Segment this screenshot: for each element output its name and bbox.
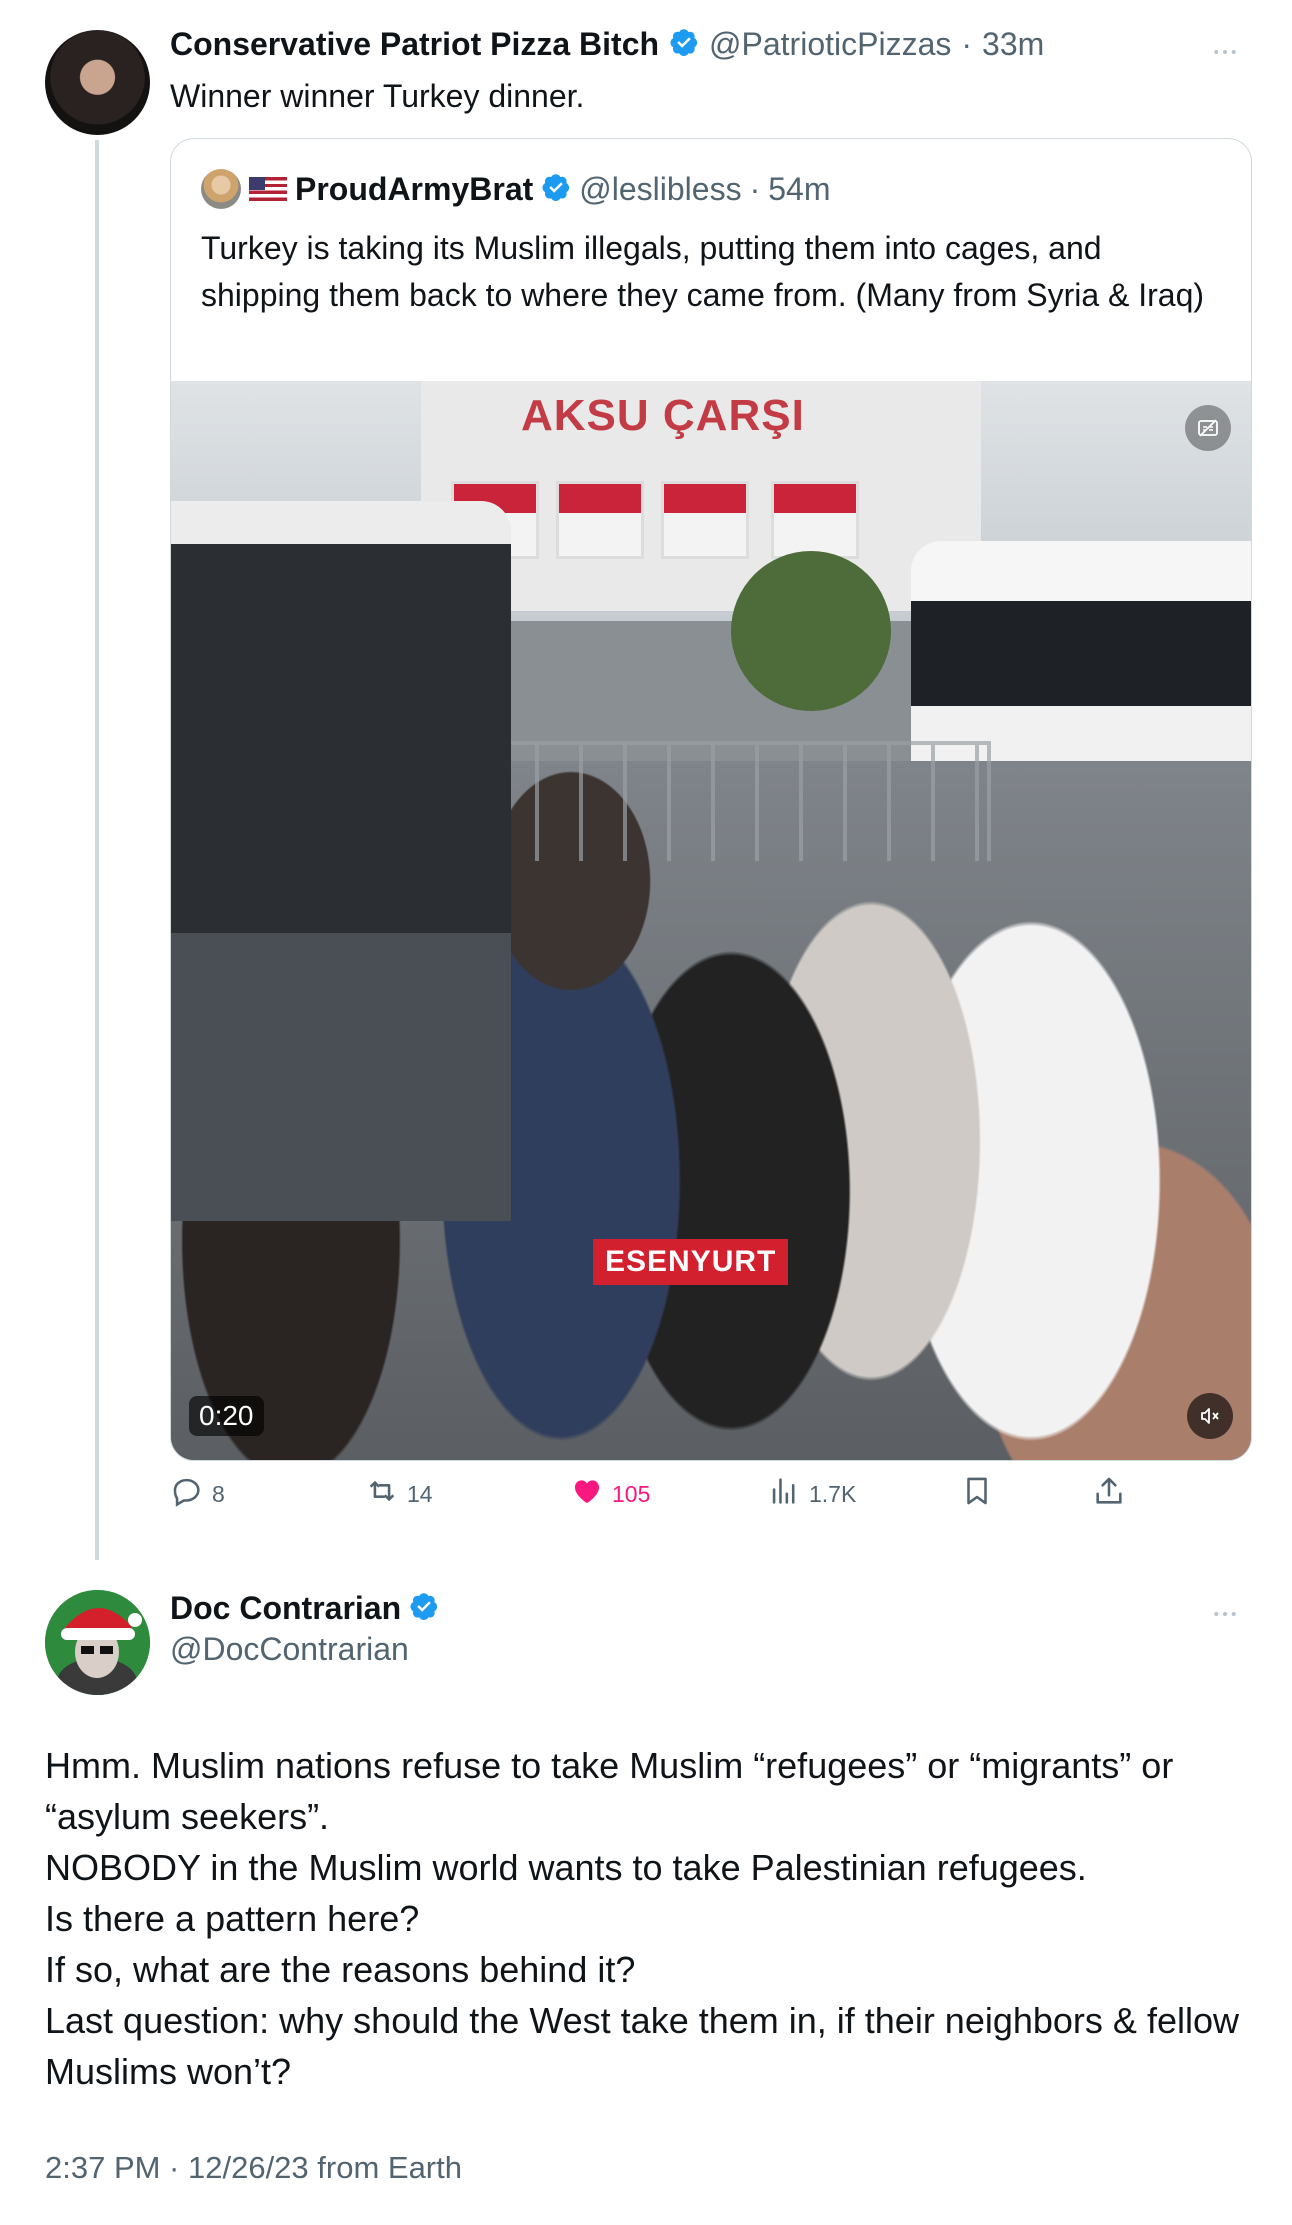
view-count: 1.7K	[809, 1480, 857, 1507]
dot-separator: ·	[749, 170, 761, 207]
reply-line: If so, what are the reasons behind it?	[45, 1949, 636, 1990]
reply-line: Is there a pattern here?	[45, 1898, 420, 1939]
reply-button[interactable]: 8	[170, 1474, 225, 1514]
retweet-icon	[365, 1474, 399, 1514]
thread-connector-line	[95, 140, 99, 1560]
views-icon	[767, 1474, 801, 1514]
reply-header: Doc Contrarian @DocContrarian	[170, 1590, 439, 1668]
reply-line: NOBODY in the Muslim world wants to take…	[45, 1847, 1087, 1888]
quoted-avatar	[201, 169, 241, 209]
bookmark-icon	[960, 1474, 994, 1514]
video-bus	[171, 501, 511, 1221]
verified-badge-icon	[669, 27, 699, 62]
quoted-author-name: ProudArmyBrat	[295, 170, 534, 207]
captions-icon[interactable]	[1185, 405, 1231, 451]
video-sign-text: AKSU ÇARŞI	[521, 391, 805, 440]
video-billboard	[771, 481, 859, 559]
more-icon[interactable]	[1203, 1592, 1247, 1636]
author-name[interactable]: Conservative Patriot Pizza Bitch	[170, 26, 659, 63]
reply-timestamp[interactable]: 2:37 PM · 12/26/23 from Earth	[45, 2150, 462, 2186]
verified-badge-icon	[409, 1591, 439, 1626]
verified-badge-icon	[541, 172, 571, 207]
dot-separator: ·	[961, 26, 973, 62]
video-billboard	[661, 481, 749, 559]
quoted-tweet-header: ProudArmyBrat @leslibless · 54m	[201, 169, 830, 209]
like-button[interactable]: 105	[570, 1474, 650, 1514]
us-flag-icon	[249, 177, 287, 201]
tweet-time[interactable]: 33m	[982, 26, 1044, 63]
reply-line: Last question: why should the West take …	[45, 2000, 1239, 2092]
retweet-button[interactable]: 14	[365, 1474, 433, 1514]
quoted-tweet-card[interactable]: ProudArmyBrat @leslibless · 54m Turkey i…	[170, 138, 1252, 1461]
video-tree	[731, 551, 891, 711]
heart-icon	[570, 1474, 604, 1514]
reply-text: Hmm. Muslim nations refuse to take Musli…	[45, 1740, 1245, 2097]
reply-line: Hmm. Muslim nations refuse to take Musli…	[45, 1745, 1174, 1837]
quoted-time: 54m	[768, 170, 831, 207]
retweet-count: 14	[407, 1480, 433, 1507]
tweet-text: Winner winner Turkey dinner.	[170, 78, 585, 114]
like-count: 105	[612, 1480, 651, 1507]
quoted-tweet-text: Turkey is taking its Muslim illegals, pu…	[201, 230, 1205, 313]
views-button[interactable]: 1.7K	[767, 1474, 856, 1514]
mute-icon[interactable]	[1187, 1393, 1233, 1439]
tweet-header: Conservative Patriot Pizza Bitch @Patrio…	[170, 26, 1044, 63]
quoted-handle: @leslibless	[579, 170, 742, 207]
share-button[interactable]	[1092, 1474, 1126, 1514]
video-duration: 0:20	[189, 1396, 264, 1436]
video-player[interactable]: AKSU ÇARŞI ESENYURT 0:20	[171, 381, 1251, 1460]
video-billboard	[556, 481, 644, 559]
reply-author-name[interactable]: Doc Contrarian	[170, 1590, 401, 1627]
reply-icon	[170, 1474, 204, 1514]
bookmark-button[interactable]	[960, 1474, 994, 1514]
video-fence	[491, 741, 991, 861]
author-handle[interactable]: @PatrioticPizzas	[709, 26, 951, 63]
reply-author-handle[interactable]: @DocContrarian	[170, 1631, 439, 1668]
more-icon[interactable]	[1203, 30, 1247, 74]
tweet-actions-bar: 8 14 105 1.7K	[170, 1474, 1170, 1518]
video-overlay-label: ESENYURT	[593, 1239, 789, 1285]
avatar[interactable]	[45, 30, 150, 135]
reply-count: 8	[212, 1480, 225, 1507]
share-icon	[1092, 1474, 1126, 1514]
reply-avatar[interactable]	[45, 1590, 150, 1695]
